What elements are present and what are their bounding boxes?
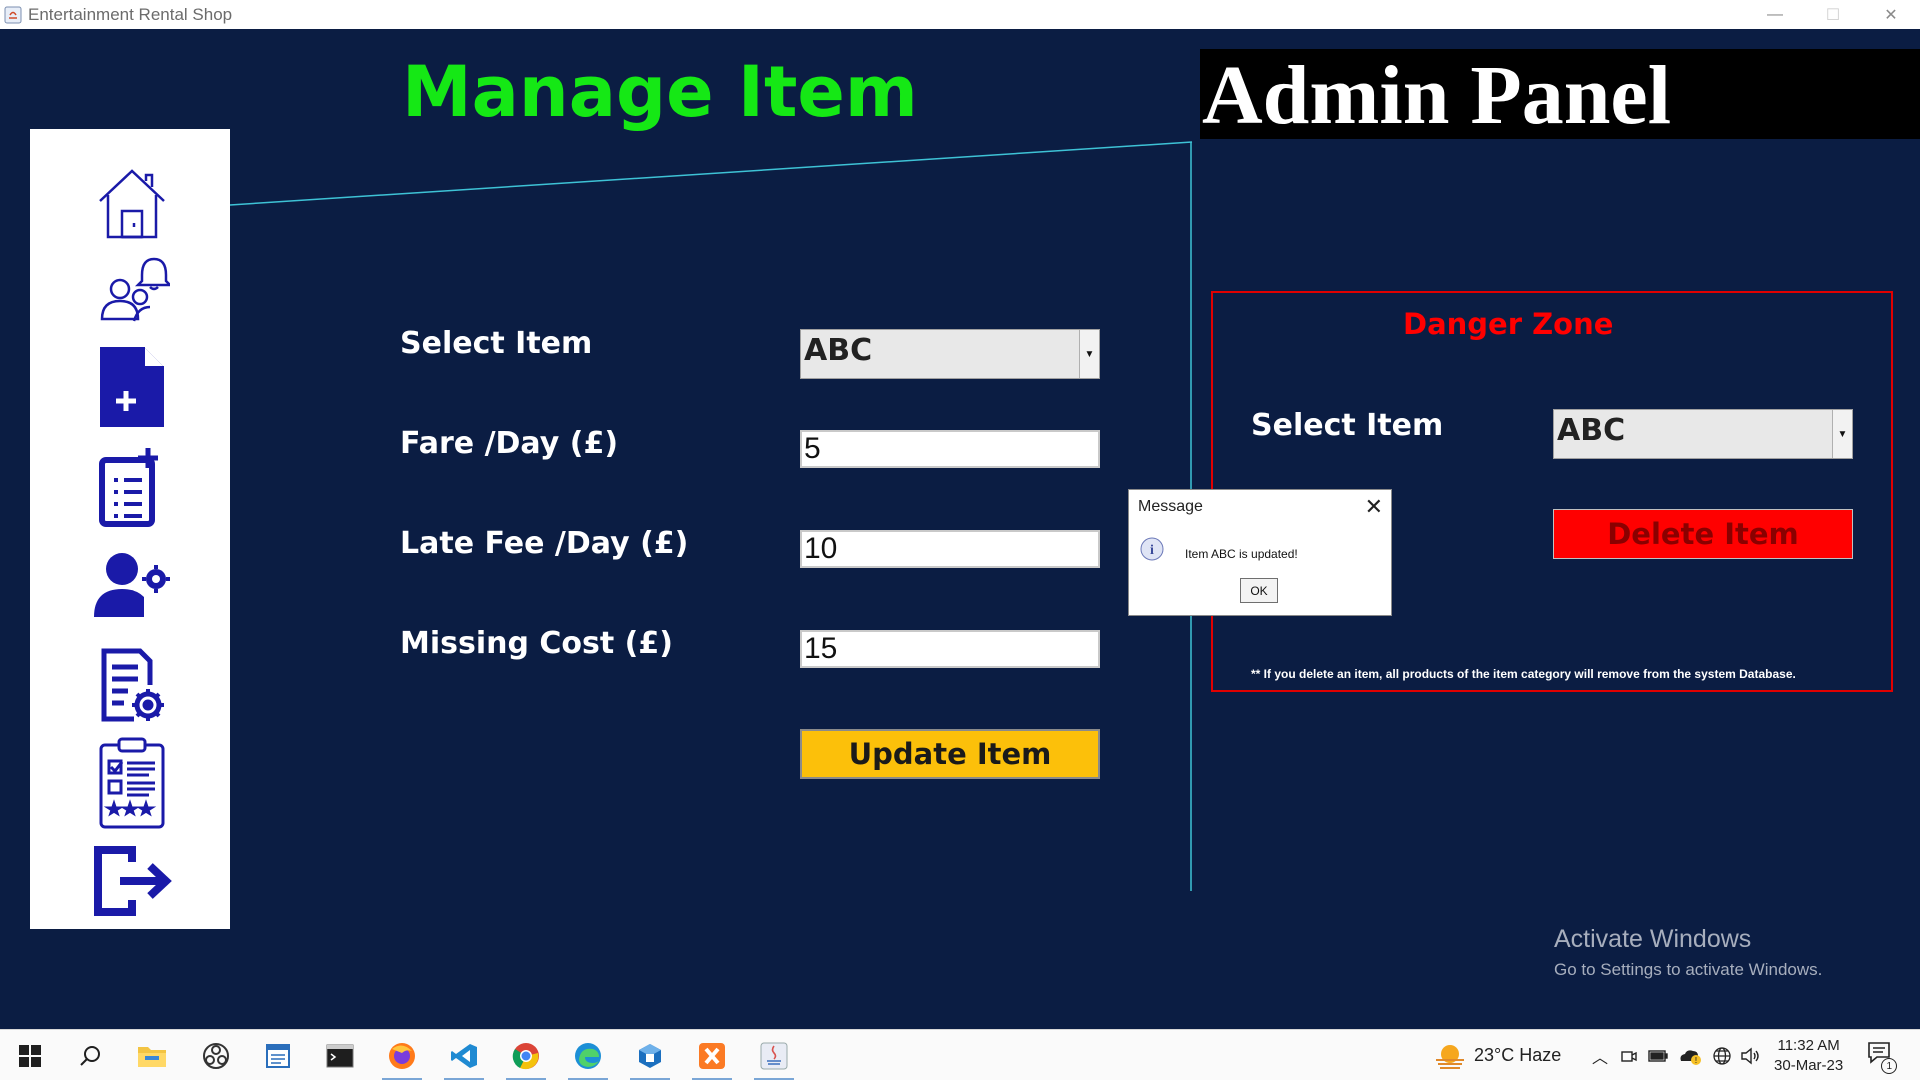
clock-time: 11:32 AM bbox=[1777, 1036, 1840, 1054]
dialog-header: Message ✕ bbox=[1129, 490, 1391, 523]
clock-date: 30-Mar-23 bbox=[1774, 1056, 1844, 1074]
page-title: Manage Item bbox=[402, 51, 918, 133]
watermark-line1: Activate Windows bbox=[1554, 925, 1752, 953]
danger-select-item-label: Select Item bbox=[1251, 408, 1444, 443]
message-dialog: Message ✕ i Item ABC is updated! OK bbox=[1128, 489, 1392, 616]
weather-widget[interactable]: 23°C Haze bbox=[1434, 1030, 1561, 1080]
select-item-value: ABC bbox=[804, 333, 873, 368]
obs-icon[interactable] bbox=[188, 1030, 244, 1080]
users-bell-icon[interactable] bbox=[88, 249, 176, 329]
onedrive-warning-icon[interactable]: ! bbox=[1678, 1047, 1702, 1065]
select-item-dropdown[interactable]: ABC ▼ bbox=[800, 329, 1100, 379]
window-title: Entertainment Rental Shop bbox=[28, 4, 233, 24]
xampp-icon[interactable] bbox=[684, 1030, 740, 1080]
java-app-icon bbox=[4, 6, 22, 23]
ok-button[interactable]: OK bbox=[1240, 578, 1278, 603]
volume-icon[interactable] bbox=[1740, 1047, 1760, 1065]
late-fee-label: Late Fee /Day (£) bbox=[400, 526, 689, 561]
home-icon[interactable] bbox=[88, 163, 176, 243]
danger-zone-title: Danger Zone bbox=[1403, 307, 1614, 341]
main-panel: Manage Item Admin Panel Select Item ABC … bbox=[0, 29, 1920, 1029]
danger-zone-note: ** If you delete an item, all products o… bbox=[1251, 667, 1796, 681]
fare-label: Fare /Day (£) bbox=[400, 426, 619, 461]
file-explorer-icon[interactable] bbox=[124, 1030, 180, 1080]
select-item-label: Select Item bbox=[400, 326, 593, 361]
add-list-icon[interactable] bbox=[88, 447, 176, 527]
notepad-icon[interactable] bbox=[250, 1030, 306, 1080]
close-button[interactable]: ✕ bbox=[1862, 0, 1920, 29]
logout-icon[interactable] bbox=[88, 841, 176, 921]
chrome-icon[interactable] bbox=[498, 1030, 554, 1080]
start-icon[interactable] bbox=[2, 1030, 58, 1080]
chevron-down-icon[interactable]: ▼ bbox=[1079, 330, 1099, 378]
edge-icon[interactable] bbox=[560, 1030, 616, 1080]
notification-center-icon[interactable]: 1 bbox=[1867, 1041, 1898, 1074]
missing-cost-label: Missing Cost (£) bbox=[400, 626, 673, 661]
chevron-down-icon[interactable]: ▼ bbox=[1832, 410, 1852, 458]
admin-panel-title: Admin Panel bbox=[1202, 49, 1672, 142]
weather-text: 23°C Haze bbox=[1474, 1045, 1562, 1065]
notification-count: 1 bbox=[1881, 1058, 1898, 1074]
missing-cost-field[interactable]: 15 bbox=[800, 630, 1100, 668]
clock[interactable]: 11:32 AM 30-Mar-23 bbox=[1774, 1036, 1843, 1076]
document-settings-icon[interactable] bbox=[88, 645, 176, 725]
battery-icon[interactable] bbox=[1648, 1049, 1668, 1063]
svg-text:!: ! bbox=[1694, 1056, 1697, 1065]
late-fee-field[interactable]: 10 bbox=[800, 530, 1100, 568]
system-tray: ︿ ! 11:32 AM 30-Mar-23 1 bbox=[1592, 1030, 1898, 1080]
dialog-message: Item ABC is updated! bbox=[1185, 547, 1298, 561]
haze-weather-icon bbox=[1436, 1044, 1464, 1069]
firefox-icon[interactable] bbox=[374, 1030, 430, 1080]
admin-panel-banner: Admin Panel bbox=[1200, 49, 1920, 142]
svg-text:i: i bbox=[1150, 543, 1154, 558]
search-icon[interactable] bbox=[62, 1030, 118, 1080]
dialog-title: Message bbox=[1138, 498, 1203, 515]
info-icon: i bbox=[1140, 537, 1164, 561]
user-settings-icon[interactable] bbox=[88, 545, 176, 625]
minimize-button[interactable]: — bbox=[1746, 0, 1804, 29]
danger-select-item-dropdown[interactable]: ABC ▼ bbox=[1553, 409, 1853, 459]
watermark-line2: Go to Settings to activate Windows. bbox=[1554, 960, 1823, 979]
maximize-button[interactable]: ☐ bbox=[1804, 0, 1862, 29]
window-titlebar: Entertainment Rental Shop — ☐ ✕ bbox=[0, 0, 1920, 29]
dialog-close-button[interactable]: ✕ bbox=[1365, 494, 1383, 520]
virtualbox-icon[interactable] bbox=[622, 1030, 678, 1080]
clipboard-rating-icon[interactable] bbox=[88, 737, 176, 829]
danger-select-item-value: ABC bbox=[1557, 413, 1626, 448]
globe-network-icon[interactable] bbox=[1712, 1046, 1732, 1066]
vscode-icon[interactable] bbox=[436, 1030, 492, 1080]
activation-watermark: Activate Windows Go to Settings to activ… bbox=[1554, 925, 1822, 980]
sidebar bbox=[30, 129, 230, 929]
add-document-icon[interactable] bbox=[88, 347, 176, 427]
java-icon[interactable] bbox=[746, 1030, 802, 1080]
chevron-up-icon[interactable]: ︿ bbox=[1592, 1044, 1608, 1068]
fare-field[interactable]: 5 bbox=[800, 430, 1100, 468]
meet-now-icon[interactable] bbox=[1620, 1047, 1638, 1065]
update-item-button[interactable]: Update Item bbox=[800, 729, 1100, 779]
delete-item-button[interactable]: Delete Item bbox=[1553, 509, 1853, 559]
taskbar: 23°C Haze ︿ ! 11:32 AM 30-Mar-23 1 bbox=[0, 1029, 1920, 1080]
terminal-icon[interactable] bbox=[312, 1030, 368, 1080]
